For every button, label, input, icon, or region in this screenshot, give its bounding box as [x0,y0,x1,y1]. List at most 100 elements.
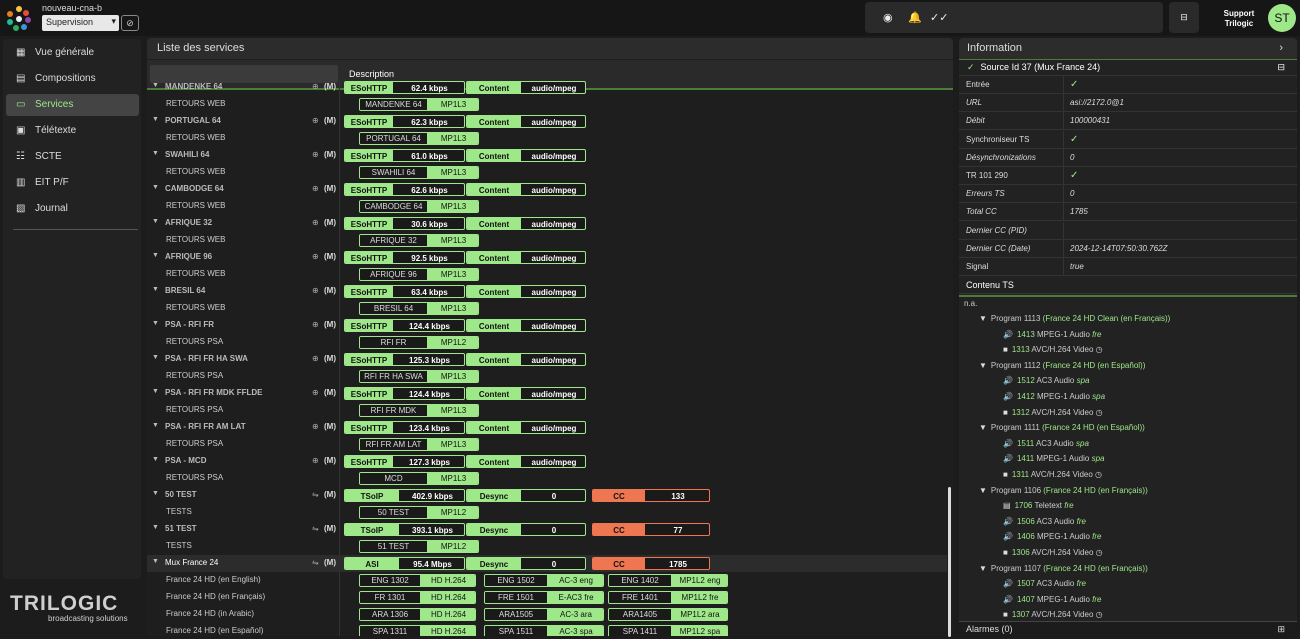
stream-tag[interactable]: FR 1301 HD H.264 [359,591,476,604]
stream-tag[interactable]: RFI FR MDK FFLDEMP1L3 [359,404,479,417]
user-name[interactable]: Support Trilogic [1218,9,1260,29]
service-subrow[interactable]: RETOURS WEB MANDENKE 64 MP1L3 [147,96,947,113]
chevron-down-icon[interactable]: ▼ [152,558,159,565]
stream-tag[interactable]: ENG 1302 HD H.264 [359,574,476,587]
stream-node[interactable]: 🔊 1512 AC3 Audio spa [1003,376,1090,385]
service-row[interactable]: ▼ BRESIL 64 ⊕ (M) ESoHTTP 63.4 kbps Content aud… [147,283,947,300]
stream-node[interactable]: 🔊 1511 AC3 Audio spa [1003,439,1089,448]
chevron-down-icon[interactable]: ▼ [152,252,159,259]
service-subrow[interactable]: TESTS 51 TEST MP1L2 [147,538,947,555]
service-row[interactable]: ▼ SWAHILI 64 ⊕ (M) ESoHTTP 61.0 kbps Content au… [147,147,947,164]
stream-tag[interactable]: RFI FR AM LAT MP1L3 [359,438,479,451]
service-subrow[interactable]: RETOURS WEB CAMBODGE 64 MP1L3 [147,198,947,215]
sidebar-item-eit-p-f[interactable]: ▥ EIT P/F [6,172,139,194]
sidebar-item-services[interactable]: ▭ Services [6,94,139,116]
service-subrow[interactable]: RETOURS PSA RFI FR MDK FFLDEMP1L3 [147,402,947,419]
stream-tag[interactable]: ARA1405 MP1L2 ara [608,608,728,621]
headset-alert-icon[interactable]: ◉ [883,11,893,24]
stream-node[interactable]: 🔊 1406 MPEG-1 Audio fre [1003,532,1102,541]
stream-tag[interactable]: BRESIL 64 MP1L3 [359,302,479,315]
stream-node[interactable]: ■ 1311 AVC/H.264 Video ◷ [1003,470,1102,479]
sidebar-item-t-l-texte[interactable]: ▣ Télétexte [6,120,139,142]
stream-tag[interactable]: SWAHILI 64 MP1L3 [359,166,479,179]
service-row[interactable]: ▼ 51 TEST ⇋ (M) TSoIP 393.1 kbps Desync 0 CC 77 [147,521,947,538]
stream-tag[interactable]: FRE 1501 E-AC3 fre [484,591,604,604]
avatar[interactable]: ST [1268,4,1296,32]
stream-tag[interactable]: ENG 1402 MP1L2 eng [608,574,728,587]
chevron-down-icon[interactable]: ▼ [979,486,987,495]
program-node[interactable]: ▼ Program 1112 (France 24 HD (en Español)… [979,361,1145,370]
program-node[interactable]: ▼ Program 1113 (France 24 HD Clean (en Fr… [979,314,1170,323]
chevron-down-icon[interactable]: ▼ [152,354,159,361]
program-row[interactable]: France 24 HD (in Arabic) ARA 1306 HD H.264… [147,606,947,623]
double-check-icon[interactable]: ✓✓ [930,11,948,24]
scrollbar[interactable] [948,487,951,637]
stream-tag[interactable]: AFRIQUE 32 MP1L3 [359,234,479,247]
expand-icon[interactable]: ⊞ [1277,622,1285,636]
app-logo-icon[interactable] [6,6,32,32]
service-row[interactable]: ▼ PSA - RFI FR HA SWA ⊕ (M) ESoHTTP 125.3 kbp… [147,351,947,368]
service-row[interactable]: ▼ AFRIQUE 96 ⊕ (M) ESoHTTP 92.5 kbps Content au… [147,249,947,266]
collapse-icon[interactable]: ⊟ [1277,60,1285,75]
chevron-down-icon[interactable]: ▼ [152,388,159,395]
stream-tag[interactable]: SPA 1411 MP1L2 spa [608,625,728,636]
visibility-off-icon[interactable]: ⊘ [121,15,139,31]
stream-tag[interactable]: MCD MP1L3 [359,472,479,485]
stream-tag[interactable]: ARA1505 AC-3 ara [484,608,604,621]
stream-node[interactable]: 🔊 1507 AC3 Audio fre [1003,579,1086,588]
bell-icon[interactable]: 🔔 [908,11,922,24]
stream-tag[interactable]: SPA 1311 HD H.264 [359,625,476,636]
stream-tag[interactable]: AFRIQUE 96 MP1L3 [359,268,479,281]
service-row[interactable]: ▼ MANDENKE 64 ⊕ (M) ESoHTTP 62.4 kbps Content a… [147,79,947,96]
stream-tag[interactable]: 50 TEST MP1L2 [359,506,479,519]
chevron-down-icon[interactable]: ▼ [979,314,987,323]
chevron-down-icon[interactable]: ▼ [152,490,159,497]
stream-tag[interactable]: PORTUGAL 64 MP1L3 [359,132,479,145]
service-row[interactable]: ▼ PORTUGAL 64 ⊕ (M) ESoHTTP 62.3 kbps Content a… [147,113,947,130]
stream-node[interactable]: ▤ 1706 Teletext fre [1003,501,1074,510]
program-row[interactable]: France 24 HD (en Français) FR 1301 HD H.26… [147,589,947,606]
service-row[interactable]: ▼ 50 TEST ⇋ (M) TSoIP 402.9 kbps Desync 0 CC 133 [147,487,947,504]
stream-tag[interactable]: MANDENKE 64 MP1L3 [359,98,479,111]
service-row[interactable]: ▼ PSA - MCD ⊕ (M) ESoHTTP 127.3 kbps Content au… [147,453,947,470]
chevron-right-icon[interactable]: › [1279,38,1283,59]
chevron-down-icon[interactable]: ▼ [152,82,159,89]
service-row-selected[interactable]: ▼ Mux France 24 ⇋ (M) ASI 95.4 Mbps Desync 0 CC 1… [147,555,947,572]
service-subrow[interactable]: RETOURS WEB SWAHILI 64 MP1L3 [147,164,947,181]
sidebar-item-scte[interactable]: ☷ SCTE [6,146,139,168]
sidebar-item-vue-g-n-rale[interactable]: ▦ Vue générale [6,42,139,64]
chevron-down-icon[interactable]: ▼ [152,116,159,123]
chevron-down-icon[interactable]: ▼ [152,320,159,327]
chevron-down-icon[interactable]: ▼ [979,564,987,573]
program-row[interactable]: France 24 HD (en English) ENG 1302 HD H.26… [147,572,947,589]
program-node[interactable]: ▼ Program 1106 (France 24 HD (en Français… [979,486,1148,495]
stream-tag[interactable]: RFI FR MP1L2 [359,336,479,349]
service-subrow[interactable]: RETOURS WEB PORTUGAL 64 MP1L3 [147,130,947,147]
service-row[interactable]: ▼ AFRIQUE 32 ⊕ (M) ESoHTTP 30.6 kbps Content au… [147,215,947,232]
chevron-down-icon[interactable]: ▼ [152,184,159,191]
service-subrow[interactable]: RETOURS PSA MCD MP1L3 [147,470,947,487]
network-icon[interactable]: ⊟ [1169,2,1199,33]
chevron-down-icon[interactable]: ▼ [152,218,159,225]
alarms-bar[interactable]: Alarmes (0) ⊞ [959,621,1297,636]
stream-node[interactable]: 🔊 1506 AC3 Audio fre [1003,517,1086,526]
service-subrow[interactable]: RETOURS WEB AFRIQUE 96 MP1L3 [147,266,947,283]
stream-node[interactable]: 🔊 1412 MPEG-1 Audio spa [1003,392,1105,401]
stream-node[interactable]: 🔊 1411 MPEG-1 Audio spa [1003,454,1104,463]
stream-node[interactable]: ■ 1306 AVC/H.264 Video ◷ [1003,548,1103,557]
chevron-down-icon[interactable]: ▼ [152,524,159,531]
stream-node[interactable]: 🔊 1413 MPEG-1 Audio fre [1003,330,1102,339]
service-row[interactable]: ▼ PSA - RFI FR ⊕ (M) ESoHTTP 124.4 kbps Conten… [147,317,947,334]
service-subrow[interactable]: RETOURS PSA RFI FR MP1L2 [147,334,947,351]
stream-node[interactable]: 🔊 1407 MPEG-1 Audio fre [1003,595,1102,604]
stream-tag[interactable]: FRE 1401 MP1L2 fre [608,591,728,604]
service-row[interactable]: ▼ PSA - RFI FR AM LAT ⊕ (M) ESoHTTP 123.4 kbp… [147,419,947,436]
service-subrow[interactable]: RETOURS WEB BRESIL 64 MP1L3 [147,300,947,317]
program-row[interactable]: France 24 HD (en Español) SPA 1311 HD H.26… [147,623,947,636]
service-subrow[interactable]: RETOURS PSA RFI FR HA SWA MP1L3 [147,368,947,385]
program-node[interactable]: ▼ Program 1111 (France 24 HD (en Español)… [979,423,1145,432]
stream-tag[interactable]: CAMBODGE 64 MP1L3 [359,200,479,213]
service-subrow[interactable]: TESTS 50 TEST MP1L2 [147,504,947,521]
source-row[interactable]: ✓ Source Id 37 (Mux France 24) ⊟ [959,59,1297,76]
chevron-down-icon[interactable]: ▼ [979,423,987,432]
